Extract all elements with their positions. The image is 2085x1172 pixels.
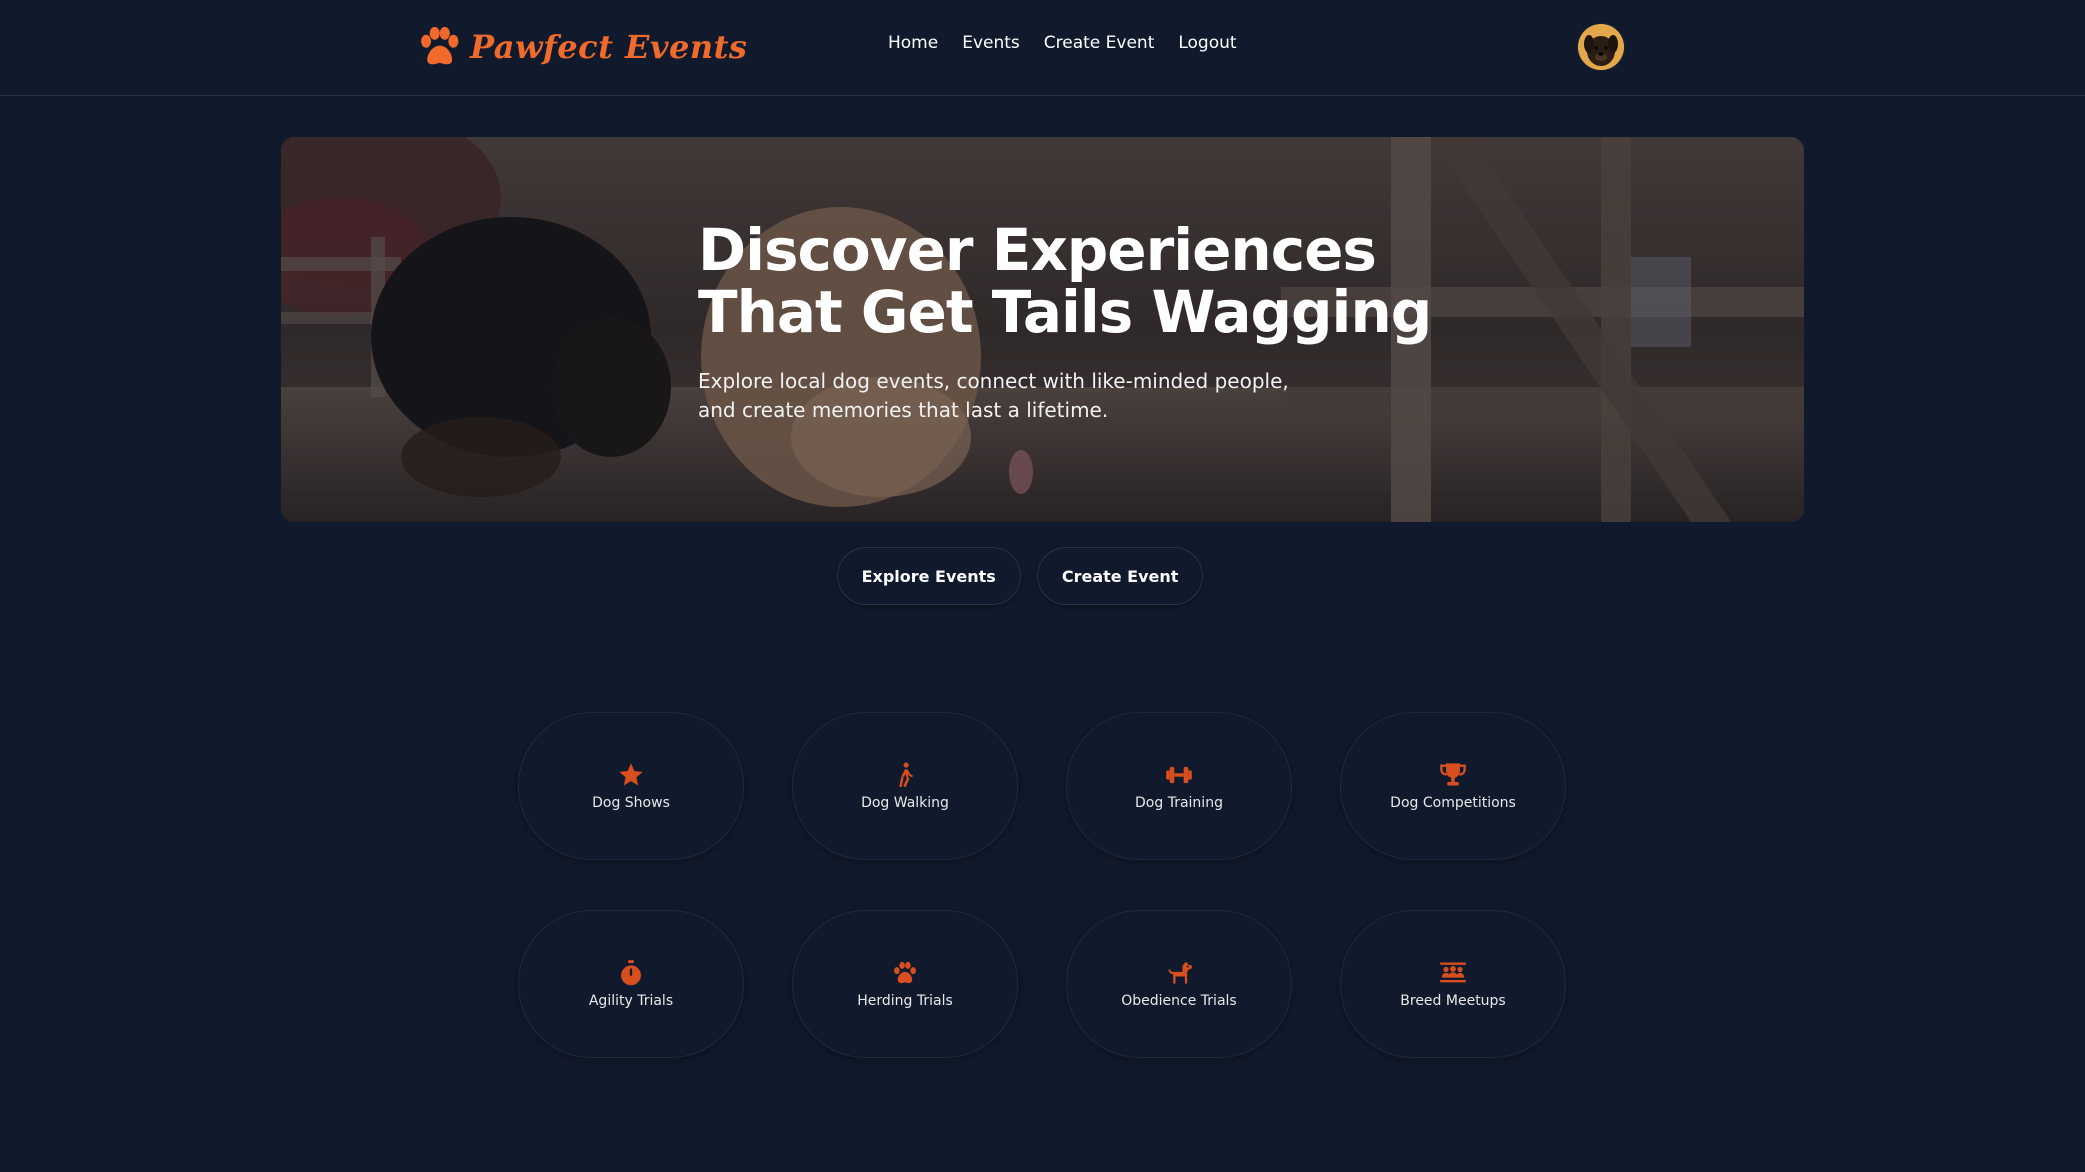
nav-home-link[interactable]: Home bbox=[888, 33, 938, 53]
category-obedience-trials[interactable]: Obedience Trials bbox=[1066, 910, 1292, 1058]
category-breed-meetups[interactable]: Breed Meetups bbox=[1340, 910, 1566, 1058]
people-group-icon bbox=[1440, 962, 1466, 983]
hero-actions: Explore Events Create Event bbox=[0, 547, 2085, 605]
category-label: Agility Trials bbox=[588, 993, 674, 1009]
hero-subtitle: Explore local dog events, connect with l… bbox=[698, 369, 1289, 422]
category-grid: Dog Shows Dog Walking Dog Training Dog C… bbox=[518, 712, 1566, 1058]
nav-logout-link[interactable]: Logout bbox=[1178, 33, 1236, 53]
main-nav: Home Events Create Event Logout bbox=[888, 33, 1237, 53]
category-dog-shows[interactable]: Dog Shows bbox=[518, 712, 744, 860]
category-dog-competitions[interactable]: Dog Competitions bbox=[1340, 712, 1566, 860]
hero-banner: Discover Experiences That Get Tails Wagg… bbox=[281, 137, 1804, 522]
avatar[interactable] bbox=[1578, 24, 1624, 70]
dumbbell-icon bbox=[1166, 766, 1192, 784]
create-event-button[interactable]: Create Event bbox=[1036, 547, 1204, 605]
paw-icon bbox=[421, 26, 459, 65]
nav-events-link[interactable]: Events bbox=[962, 33, 1020, 53]
category-dog-training[interactable]: Dog Training bbox=[1066, 712, 1292, 860]
trophy-icon bbox=[1440, 763, 1466, 786]
category-label: Dog Competitions bbox=[1390, 795, 1516, 811]
stopwatch-icon bbox=[621, 960, 641, 986]
nav-create-event-link[interactable]: Create Event bbox=[1044, 33, 1155, 53]
category-label: Breed Meetups bbox=[1400, 993, 1506, 1009]
category-dog-walking[interactable]: Dog Walking bbox=[792, 712, 1018, 860]
category-label: Dog Training bbox=[1135, 795, 1223, 811]
category-agility-trials[interactable]: Agility Trials bbox=[518, 910, 744, 1058]
category-label: Dog Shows bbox=[592, 795, 670, 811]
hero-title: Discover Experiences That Get Tails Wagg… bbox=[698, 216, 1432, 346]
category-label: Herding Trials bbox=[857, 993, 953, 1009]
walking-person-icon bbox=[899, 762, 913, 788]
top-navbar: Pawfect Events Home Events Create Event … bbox=[0, 0, 2085, 96]
category-label: Obedience Trials bbox=[1121, 993, 1237, 1009]
paw-icon bbox=[894, 961, 916, 984]
brand-name: Pawfect Events bbox=[470, 28, 748, 66]
category-label: Dog Walking bbox=[861, 795, 949, 811]
dog-icon bbox=[1168, 962, 1192, 984]
category-herding-trials[interactable]: Herding Trials bbox=[792, 910, 1018, 1058]
star-icon bbox=[619, 763, 643, 786]
brand-logo-link[interactable]: Pawfect Events bbox=[416, 22, 747, 72]
explore-events-button[interactable]: Explore Events bbox=[836, 547, 1021, 605]
dog-avatar-icon bbox=[1578, 24, 1624, 70]
